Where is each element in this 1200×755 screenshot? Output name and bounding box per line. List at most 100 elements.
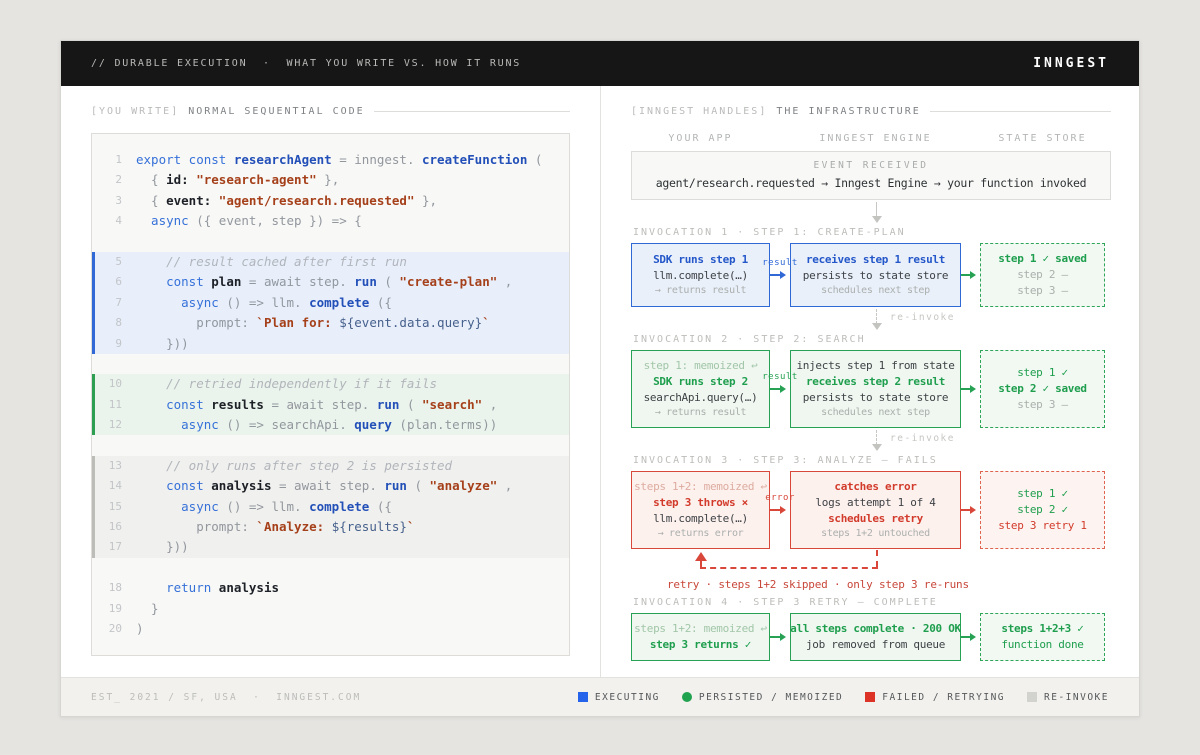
reinvoke-connector: re-invoke (631, 428, 1111, 455)
code-text: } (136, 599, 159, 619)
flow-arrow: error (770, 471, 790, 549)
left-section-title: NORMAL SEQUENTIAL CODE (188, 106, 364, 117)
line-number: 16 (92, 517, 136, 537)
arrow-right-icon (970, 633, 980, 641)
flow-arrow-label: result (762, 372, 798, 382)
code-line: 2 { id: "research-agent" }, (92, 170, 569, 190)
box-line: step 1 ✓ saved (998, 251, 1087, 267)
invocation-row: steps 1+2: memoized ↩step 3 throws ×llm.… (631, 471, 1111, 549)
right-section-header: [INNGEST HANDLES] THE INFRASTRUCTURE (631, 106, 1111, 117)
box-line: llm.complete(…) (653, 268, 748, 284)
left-section-rule (374, 111, 570, 112)
code-line: 19 } (92, 599, 569, 619)
box-line: logs attempt 1 of 4 (815, 495, 935, 511)
line-number: 7 (92, 293, 136, 313)
box-line: → returns result (655, 406, 747, 420)
box-line: step 3 – (1017, 283, 1068, 299)
arrow-down-icon (872, 444, 882, 456)
legend-item: EXECUTING (578, 692, 660, 703)
box-line: searchApi.query(…) (644, 390, 758, 406)
column-headers: YOUR APP INNGEST ENGINE STATE STORE (631, 133, 1111, 144)
flow-arrow (961, 471, 980, 549)
legend-label: RE-INVOKE (1044, 692, 1109, 703)
arrow-line (770, 509, 780, 511)
code-line: 9 })) (92, 334, 569, 354)
connector-line (876, 202, 877, 217)
line-number: 20 (92, 619, 136, 639)
box-line: step 1 ✓ (1017, 486, 1068, 502)
box-line: receives step 2 result (806, 374, 945, 390)
box-line: steps 1+2: memoized ↩ (634, 479, 767, 495)
box-line: persists to state store (803, 268, 948, 284)
column-your-app: YOUR APP (631, 133, 770, 144)
engine-box: receives step 1 resultpersists to state … (790, 243, 961, 307)
invocation-row: SDK runs step 1llm.complete(…)→ returns … (631, 243, 1111, 307)
box-line: step 3 retry 1 (998, 518, 1087, 534)
diagram-pane: [INNGEST HANDLES] THE INFRASTRUCTURE YOU… (601, 86, 1141, 677)
arrow-right-icon (970, 506, 980, 514)
line-number: 18 (92, 578, 136, 598)
line-number: 2 (92, 170, 136, 190)
state-box: step 1 ✓step 2 ✓ savedstep 3 – (980, 350, 1105, 428)
box-line: SDK runs step 2 (653, 374, 748, 390)
line-number: 12 (92, 415, 136, 435)
code-line: 5 // result cached after first run (92, 252, 569, 272)
box-line: step 2 – (1017, 267, 1068, 283)
box-line: step 2 ✓ (1017, 502, 1068, 518)
top-bar: // DURABLE EXECUTION · WHAT YOU WRITE VS… (61, 41, 1139, 86)
code-line: 1export const researchAgent = inngest. c… (92, 150, 569, 170)
flow-arrow-label: result (762, 258, 798, 268)
code-line: 10 // retried independently if it fails (92, 374, 569, 394)
code-text: async () => llm. complete ({ (136, 497, 392, 517)
box-line: step 3 throws × (653, 495, 748, 511)
legend-swatch-square-icon (1027, 692, 1037, 702)
code-text: const analysis = await step. run ( "anal… (136, 476, 512, 496)
retry-loop (631, 550, 1111, 574)
invocation-block: INVOCATION 1 · STEP 1: CREATE-PLANSDK ru… (631, 227, 1111, 334)
event-box-detail: agent/research.requested → Inngest Engin… (632, 176, 1110, 190)
invocation-row: step 1: memoized ↩SDK runs step 2searchA… (631, 350, 1111, 428)
engine-box: injects step 1 from statereceives step 2… (790, 350, 961, 428)
connector-line (876, 430, 877, 445)
page-title: // DURABLE EXECUTION · WHAT YOU WRITE VS… (91, 58, 521, 69)
app-box: step 1: memoized ↩SDK runs step 2searchA… (631, 350, 770, 428)
code-text: async () => searchApi. query (plan.terms… (136, 415, 497, 435)
box-line: steps 1+2+3 ✓ (1001, 621, 1083, 637)
code-text: async () => llm. complete ({ (136, 293, 392, 313)
state-box: steps 1+2+3 ✓function done (980, 613, 1105, 661)
box-line: receives step 1 result (806, 252, 945, 268)
line-number: 13 (92, 456, 136, 476)
code-text: })) (136, 334, 189, 354)
right-section-rule (930, 111, 1111, 112)
code-line: 11 const results = await step. run ( "se… (92, 395, 569, 415)
line-number: 8 (92, 313, 136, 333)
event-connector (631, 200, 1111, 227)
box-line: catches error (834, 479, 916, 495)
code-line: 15 async () => llm. complete ({ (92, 497, 569, 517)
code-line: 13 // only runs after step 2 is persiste… (92, 456, 569, 476)
reinvoke-label: re-invoke (890, 433, 955, 444)
column-gap (961, 133, 980, 144)
legend-item: PERSISTED / MEMOIZED (682, 692, 843, 703)
flow-arrow-label: error (765, 493, 795, 503)
code-line: 20) (92, 619, 569, 639)
retry-line-across (700, 567, 878, 569)
column-gap (770, 133, 790, 144)
box-line: SDK runs step 1 (653, 252, 748, 268)
legend-swatch-square-icon (578, 692, 588, 702)
arrow-right-icon (970, 385, 980, 393)
code-line: 18 return analysis (92, 578, 569, 598)
line-number (92, 232, 136, 252)
app-box: SDK runs step 1llm.complete(…)→ returns … (631, 243, 770, 307)
arrow-line (961, 388, 970, 390)
footer-meta: EST_ 2021 / SF, USA · INNGEST.COM (91, 692, 361, 703)
state-box: step 1 ✓ savedstep 2 –step 3 – (980, 243, 1105, 307)
invocation-row: steps 1+2: memoized ↩step 3 returns ✓all… (631, 613, 1111, 661)
legend-label: PERSISTED / MEMOIZED (699, 692, 843, 703)
code-gap (92, 354, 569, 374)
column-state-store: STATE STORE (980, 133, 1105, 144)
app-box: steps 1+2: memoized ↩step 3 returns ✓ (631, 613, 770, 661)
arrow-down-icon (872, 216, 882, 228)
code-block: 1export const researchAgent = inngest. c… (91, 133, 570, 656)
box-line: schedules next step (821, 406, 930, 420)
